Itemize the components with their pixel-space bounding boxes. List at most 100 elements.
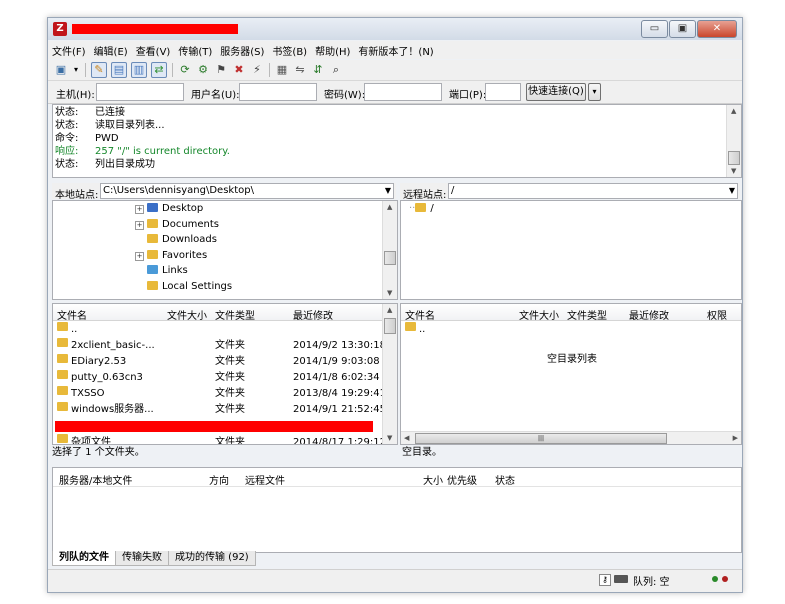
local-path-combobox[interactable]: C:\Users\dennisyang\Desktop\ ▼ [100,183,394,199]
close-button[interactable]: ✕ [697,20,737,38]
queue-col-size[interactable]: 大小 [423,472,443,487]
menu-edit[interactable]: 编辑(E) [90,43,132,58]
local-files-scrollbar[interactable]: ▲ ▼ [382,304,397,444]
message-log[interactable]: 状态: 已连接 状态: 读取目录列表... 命令: PWD 响应: 257 "/" is… [52,104,742,178]
local-file-list[interactable]: 文件名 文件大小 文件类型 最近修改 .. 2xclient_basic-...… [52,303,398,445]
col-filesize[interactable]: 文件大小 [519,307,559,322]
chevron-down-icon[interactable]: ▼ [385,184,391,198]
file-row[interactable]: windows服务器... 文件夹 2014/9/1 21:52:45 [57,402,387,418]
tree-item-favorites[interactable]: + Favorites [135,249,207,263]
refresh-icon[interactable]: ⟳ [178,63,192,77]
remote-site-bar: 远程站点: / ▼ [400,183,740,201]
tree-item-desktop[interactable]: + Desktop [135,202,203,216]
menu-new-version[interactable]: 有新版本了！(N) [354,43,437,58]
menu-transfer[interactable]: 传输(T) [174,43,216,58]
tree-item-root[interactable]: ·· / [409,202,434,216]
expand-icon[interactable]: + [135,205,144,214]
remote-h-scroll-thumb[interactable]: ||| [415,433,667,444]
username-input[interactable] [239,83,317,101]
transfer-queue[interactable]: 服务器/本地文件 方向 远程文件 大小 优先级 状态 [52,467,742,553]
tree-item-local-settings[interactable]: Local Settings [147,280,232,294]
port-input[interactable] [485,83,521,101]
remote-tree[interactable]: ·· / [400,200,742,300]
host-input[interactable] [96,83,184,101]
col-filetype[interactable]: 文件类型 [215,307,255,322]
menu-bookmarks[interactable]: 书签(B) [268,43,311,58]
col-filename[interactable]: 文件名 [57,307,87,322]
local-tree-scrollbar[interactable]: ▲ ▼ [382,201,397,299]
tab-failed-transfers[interactable]: 传输失败 [115,551,169,566]
filezilla-window: Z ▭ ▣ ✕ 文件(F) 编辑(E) 查看(V) 传输(T) 服务器(S) 书… [47,17,743,593]
disconnect-icon[interactable]: ✖ [232,63,246,77]
toggle-queue-icon[interactable]: ⇄ [151,62,167,78]
scroll-left-icon[interactable]: ◀ [404,434,409,442]
col-filename[interactable]: 文件名 [405,307,435,322]
scroll-up-icon[interactable]: ▲ [731,107,736,115]
remote-path-combobox[interactable]: / ▼ [448,183,738,199]
password-input[interactable] [364,83,442,101]
compare-icon[interactable]: ⇋ [293,63,307,77]
file-row[interactable]: putty_0.63cn3 文件夹 2014/1/8 6:02:34 [57,370,387,386]
process-queue-icon[interactable]: ⚙ [196,63,210,77]
scroll-down-icon[interactable]: ▼ [387,434,392,442]
col-modified[interactable]: 最近修改 [629,307,669,322]
folder-icon [147,219,158,228]
col-permissions[interactable]: 权限 [707,307,727,322]
expand-icon[interactable]: + [135,252,144,261]
filter-icon[interactable]: ▦ [275,63,289,77]
local-tree-scroll-thumb[interactable] [384,251,396,265]
redacted-title [72,24,238,34]
file-row[interactable]: TXSSO 文件夹 2013/8/4 19:29:41 [57,386,387,402]
queue-col-status[interactable]: 状态 [495,472,515,487]
folder-icon [147,250,158,259]
log-line: 状态: 列出目录成功 [55,159,155,170]
folder-icon [147,265,158,274]
quickconnect-dropdown-button[interactable]: ▾ [588,83,601,101]
dropdown-icon[interactable]: ▾ [72,63,80,77]
minimize-button[interactable]: ▭ [641,20,668,38]
col-modified[interactable]: 最近修改 [293,307,333,322]
scroll-up-icon[interactable]: ▲ [387,203,392,211]
col-filetype[interactable]: 文件类型 [567,307,607,322]
tree-item-links[interactable]: Links [147,264,188,278]
sync-browse-icon[interactable]: ⇵ [311,63,325,77]
scroll-right-icon[interactable]: ▶ [733,434,738,442]
maximize-button[interactable]: ▣ [669,20,696,38]
scroll-up-icon[interactable]: ▲ [387,306,392,314]
cancel-icon[interactable]: ⚑ [214,63,228,77]
menu-file[interactable]: 文件(F) [48,43,90,58]
toggle-local-tree-icon[interactable]: ▤ [111,62,127,78]
menu-server[interactable]: 服务器(S) [216,43,268,58]
scroll-down-icon[interactable]: ▼ [731,167,736,175]
expand-icon[interactable]: + [135,221,144,230]
file-row[interactable]: EDiary2.53 文件夹 2014/1/9 9:03:08 [57,354,387,370]
queue-col-remote-file[interactable]: 远程文件 [245,472,285,487]
log-scroll-thumb[interactable] [728,151,740,165]
tree-item-documents[interactable]: + Documents [135,218,219,232]
file-row-partial[interactable]: 杂项文件 文件夹 2014/8/17 1:29:12 [57,434,387,444]
queue-col-server-local[interactable]: 服务器/本地文件 [59,472,132,487]
site-manager-icon[interactable]: ▣ [54,63,68,77]
local-tree[interactable]: + Desktop + Documents Downloads + Favorites… [52,200,398,300]
tab-queued-files[interactable]: 列队的文件 [52,551,116,566]
local-files-scroll-thumb[interactable] [384,318,396,334]
toggle-remote-tree-icon[interactable]: ▥ [131,62,147,78]
queue-col-priority[interactable]: 优先级 [447,472,477,487]
menu-view[interactable]: 查看(V) [132,43,175,58]
chevron-down-icon[interactable]: ▼ [729,184,735,198]
queue-col-direction[interactable]: 方向 [209,472,229,487]
scroll-down-icon[interactable]: ▼ [387,289,392,297]
menu-help[interactable]: 帮助(H) [311,43,354,58]
tab-successful-transfers[interactable]: 成功的传输 (92) [168,551,256,566]
search-icon[interactable]: ⌕ [329,63,343,77]
remote-h-scrollbar[interactable]: ◀ ||| ▶ [401,431,741,444]
reconnect-icon[interactable]: ⚡ [250,63,264,77]
toggle-log-icon[interactable]: ✎ [91,62,107,78]
log-scrollbar[interactable]: ▲ ▼ [726,105,741,177]
file-row[interactable]: 2xclient_basic-... 文件夹 2014/9/2 13:30:18 [57,338,387,354]
quickconnect-button[interactable]: 快速连接(Q) [526,83,586,101]
col-filesize[interactable]: 文件大小 [167,307,207,322]
remote-file-list[interactable]: 文件名 文件大小 文件类型 最近修改 权限 .. 空目录列表 ◀ ||| ▶ [400,303,742,445]
tree-item-downloads[interactable]: Downloads [147,233,217,247]
folder-icon [57,434,68,443]
